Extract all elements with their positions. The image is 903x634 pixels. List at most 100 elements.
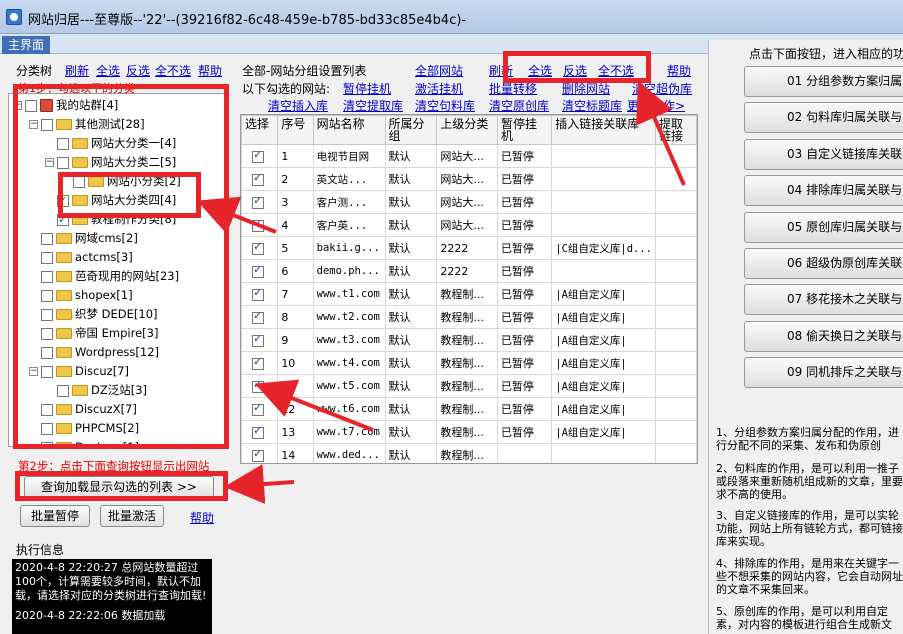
function-button[interactable]: 09 同机排斥之关联与	[744, 357, 903, 389]
pause-hangup-link[interactable]: 暂停挂机	[343, 80, 391, 97]
tree-refresh-link[interactable]: 刷新	[65, 62, 89, 79]
tree-item[interactable]: PHPCMS[2]	[29, 419, 139, 437]
column-header[interactable]: 网站名称	[312, 115, 386, 145]
tree-checkbox[interactable]	[41, 441, 53, 446]
tree-checkbox[interactable]	[41, 422, 53, 435]
collapse-toggle-icon[interactable]: −	[29, 367, 38, 376]
row-checkbox[interactable]	[252, 401, 265, 416]
tree-checkbox[interactable]	[57, 211, 69, 229]
tree-select-none-link[interactable]: 全不选	[155, 62, 191, 79]
clear-sentence-link[interactable]: 清空句料库	[415, 97, 475, 114]
tree-item[interactable]: DiscuzX[7]	[29, 400, 137, 418]
tree-item[interactable]: actcms[3]	[29, 248, 133, 266]
column-header[interactable]: 所属分组	[384, 115, 438, 145]
column-header[interactable]: 上级分类	[436, 115, 498, 145]
list-select-none-link[interactable]: 全不选	[598, 62, 634, 79]
tree-item[interactable]: 芭奇现用的网站[23]	[29, 267, 179, 285]
tree-checkbox[interactable]	[41, 118, 53, 131]
clear-original-link[interactable]: 清空原创库	[489, 97, 549, 114]
tree-checkbox[interactable]	[41, 251, 53, 264]
tree-select-all-link[interactable]: 全选	[96, 62, 120, 79]
row-checkbox[interactable]	[252, 148, 265, 163]
tab-main[interactable]: 主界面	[2, 36, 51, 54]
row-checkbox[interactable]	[252, 447, 265, 462]
list-help-link[interactable]: 帮助	[667, 62, 691, 79]
tree-checkbox[interactable]	[41, 270, 53, 283]
function-button[interactable]: 01 分组参数方案归属	[744, 66, 903, 97]
tree-checkbox[interactable]	[41, 403, 53, 416]
function-button[interactable]: 06 超级伪原创库关联	[744, 248, 903, 279]
row-checkbox[interactable]	[252, 263, 265, 278]
tree-item[interactable]: 网站小分类[2]	[61, 172, 181, 190]
table-row[interactable]: 2英文站...默认网站大...已暂停	[241, 167, 697, 191]
tree-checkbox[interactable]	[41, 289, 53, 302]
tree-item[interactable]: − 网站大分类二[5]	[45, 153, 176, 171]
activate-hangup-link[interactable]: 激活挂机	[415, 80, 463, 97]
tree-item[interactable]: DZ泛站[3]	[45, 381, 147, 399]
row-checkbox[interactable]	[252, 286, 265, 301]
table-row[interactable]: 7www.t1.com默认教程制...已暂停|A组自定义库|	[241, 282, 697, 306]
table-row[interactable]: 11www.t5.com默认教程制...已暂停|A组自定义库|	[241, 374, 697, 398]
row-checkbox[interactable]	[252, 171, 265, 186]
function-button[interactable]: 07 移花接木之关联与	[744, 284, 903, 316]
tree-checkbox[interactable]	[57, 137, 69, 150]
table-row[interactable]: 5bakii.g...默认2222已暂停|C组自定义库|d...	[241, 236, 697, 260]
all-sites-link[interactable]: 全部网站	[415, 62, 463, 79]
tree-item[interactable]: 织梦 DEDE[10]	[29, 305, 158, 323]
tree-item[interactable]: − Discuz[7]	[29, 362, 129, 380]
table-row[interactable]: 4客户英...默认网站大...已暂停	[241, 213, 697, 237]
row-checkbox[interactable]	[252, 217, 265, 232]
tree-checkbox[interactable]	[73, 175, 85, 188]
delete-sites-link[interactable]: 删除网站	[562, 80, 610, 97]
clear-pseudo-link[interactable]: 清空超伪库	[632, 80, 692, 97]
tree-item[interactable]: 网域cms[2]	[29, 229, 138, 247]
tree-checkbox[interactable]	[41, 327, 53, 340]
column-header[interactable]: 插入链接关联库	[551, 115, 657, 145]
function-button[interactable]: 03 自定义链接库关联	[744, 138, 903, 170]
tree-item[interactable]: Wordpress[12]	[29, 343, 159, 361]
list-refresh-link[interactable]: 刷新	[489, 62, 513, 79]
tree-item[interactable]: 网站大分类四[4]	[45, 191, 176, 210]
query-load-button[interactable]: 查询加载显示勾选的列表 >>	[24, 476, 214, 498]
tree-item[interactable]: 教程制作分类[8]	[45, 210, 176, 229]
clear-extract-link[interactable]: 清空提取库	[343, 97, 403, 114]
table-row[interactable]: 3客户测...默认网站大...已暂停	[241, 190, 697, 214]
row-checkbox[interactable]	[252, 240, 265, 255]
tree-invert-link[interactable]: 反选	[126, 62, 150, 79]
function-button[interactable]: 02 句料库归属关联与	[744, 102, 903, 134]
row-checkbox[interactable]	[252, 332, 265, 347]
function-button[interactable]: 08 偷天换日之关联与	[744, 320, 903, 352]
tree-checkbox[interactable]	[41, 346, 53, 359]
batch-help-link[interactable]: 帮助	[190, 509, 214, 526]
tree-checkbox[interactable]	[57, 192, 69, 210]
row-checkbox[interactable]	[252, 194, 265, 209]
tree-item[interactable]: 帝国 Empire[3]	[29, 324, 158, 342]
column-header[interactable]: 序号	[277, 115, 314, 145]
tree-checkbox[interactable]	[41, 308, 53, 321]
column-header[interactable]: 提取链接	[655, 115, 697, 145]
tree-item[interactable]: − 其他测试[28]	[29, 115, 145, 133]
tree-item[interactable]: − 我的站群[4]	[13, 96, 118, 114]
tree-item[interactable]: 网站大分类一[4]	[45, 134, 176, 152]
collapse-toggle-icon[interactable]: −	[29, 120, 38, 129]
function-button[interactable]: 04 排除库归属关联与	[744, 175, 903, 207]
row-checkbox[interactable]	[252, 378, 265, 393]
table-row[interactable]: 10www.t4.com默认教程制...已暂停|A组自定义库|	[241, 351, 697, 375]
row-checkbox[interactable]	[252, 355, 265, 370]
collapse-toggle-icon[interactable]: −	[13, 101, 22, 110]
tree-checkbox[interactable]	[41, 232, 53, 245]
list-select-all-link[interactable]: 全选	[528, 62, 552, 79]
table-row[interactable]: 1电视节目网默认网站大...已暂停	[241, 144, 697, 168]
column-header[interactable]: 暂停挂机	[496, 115, 553, 145]
collapse-toggle-icon[interactable]: −	[45, 158, 54, 167]
site-grid[interactable]: 选择序号网站名称所属分组上级分类暂停挂机插入链接关联库提取链接 1电视节目网默认…	[240, 114, 698, 464]
list-invert-link[interactable]: 反选	[563, 62, 587, 79]
table-row[interactable]: 13www.t7.com默认教程制...已暂停|A组自定义库|	[241, 420, 697, 444]
tree-checkbox[interactable]	[57, 156, 69, 169]
table-row[interactable]: 12www.t6.com默认教程制...已暂停|A组自定义库|	[241, 397, 697, 421]
row-checkbox[interactable]	[252, 424, 265, 439]
tree-checkbox[interactable]	[57, 384, 69, 397]
function-button[interactable]: 05 原创库归属关联与	[744, 211, 903, 243]
table-row[interactable]: 6demo.ph...默认2222已暂停	[241, 259, 697, 283]
tree-checkbox[interactable]	[25, 99, 37, 112]
